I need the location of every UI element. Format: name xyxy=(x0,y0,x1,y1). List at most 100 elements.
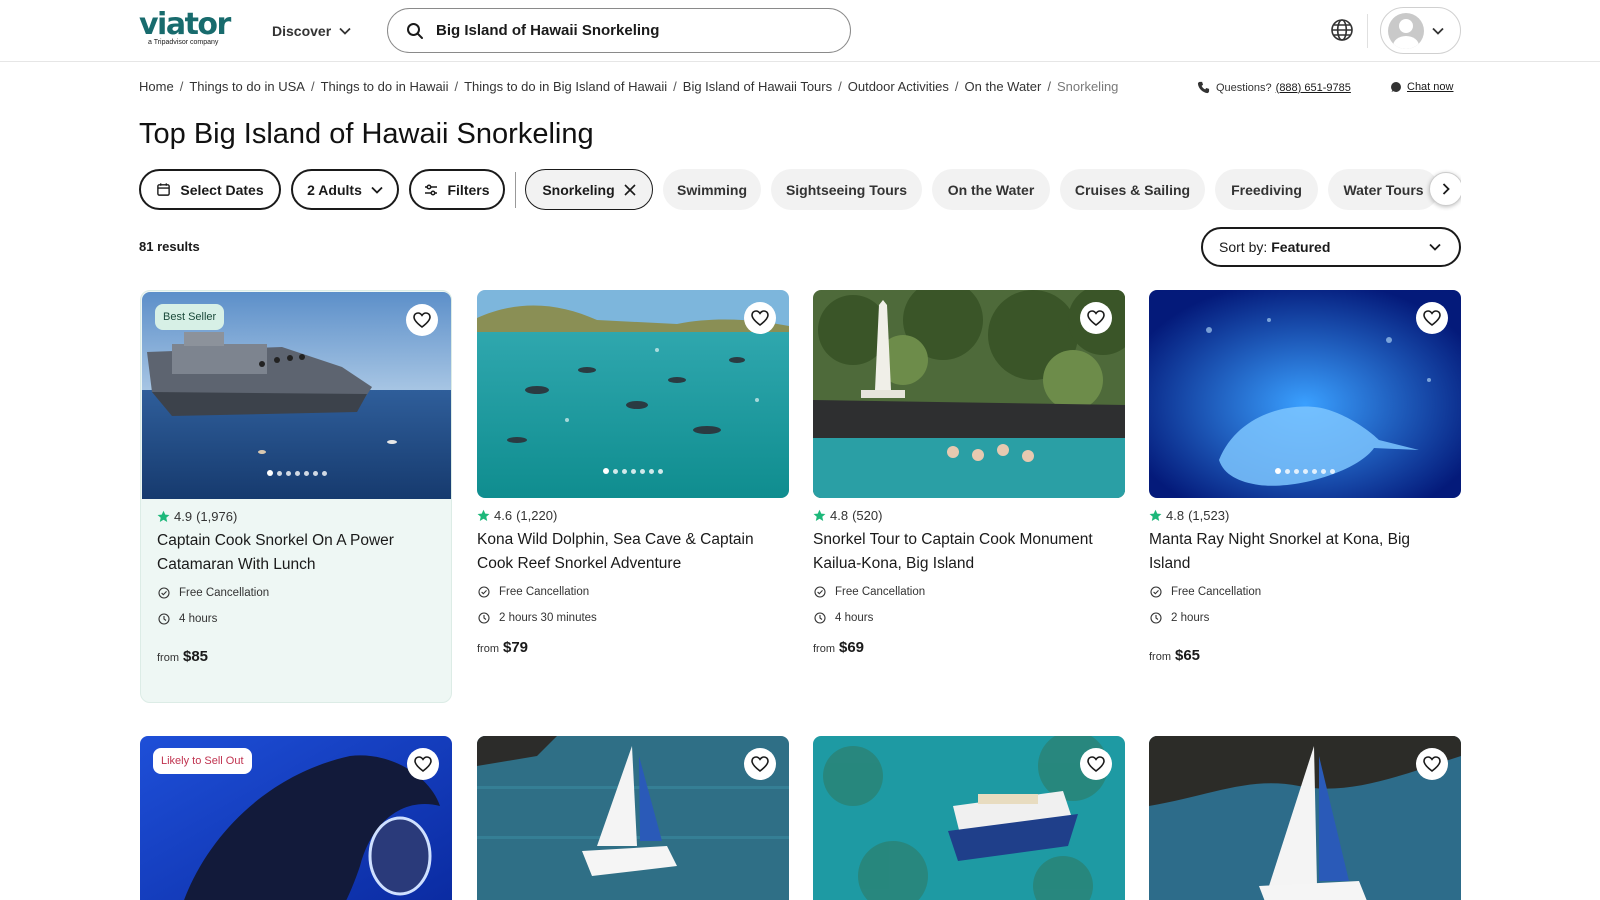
rating-value: 4.8 xyxy=(830,508,849,523)
clock-icon xyxy=(1150,612,1162,624)
cancellation-text: Free Cancellation xyxy=(1171,586,1262,598)
discover-menu[interactable]: Discover xyxy=(272,18,351,44)
chip-water-tours[interactable]: Water Tours xyxy=(1328,169,1439,210)
free-cancellation: Free Cancellation xyxy=(1150,586,1261,598)
rating-value: 4.9 xyxy=(174,509,193,524)
duration-text: 4 hours xyxy=(835,612,874,624)
carousel-dots[interactable] xyxy=(266,470,327,476)
cancellation-text: Free Cancellation xyxy=(835,586,926,598)
filter-scroll-right-button[interactable] xyxy=(1429,172,1461,206)
product-photo[interactable] xyxy=(477,736,789,900)
check-circle-icon xyxy=(478,586,490,598)
product-photo[interactable] xyxy=(813,736,1125,900)
sort-prefix: Sort by: xyxy=(1219,239,1268,255)
breadcrumb-link[interactable]: On the Water xyxy=(965,79,1042,94)
questions-label: Questions? xyxy=(1216,81,1272,94)
product-title[interactable]: Captain Cook Snorkel On A Power Catamara… xyxy=(157,529,457,577)
product-card[interactable] xyxy=(477,736,789,900)
chevron-down-icon xyxy=(1429,243,1441,251)
rating: 4.9 (1,976) xyxy=(157,509,237,524)
price-amount: $69 xyxy=(839,639,865,656)
product-photo[interactable] xyxy=(477,290,789,498)
calendar-icon xyxy=(157,183,171,196)
viator-logo[interactable]: viator a Tripadvisor company xyxy=(139,10,243,50)
wishlist-heart-button[interactable] xyxy=(1080,748,1112,780)
breadcrumb-link[interactable]: Big Island of Hawaii Tours xyxy=(683,79,832,94)
duration-text: 2 hours xyxy=(1171,612,1210,624)
phone-icon xyxy=(1197,81,1210,94)
filters-button[interactable]: Filters xyxy=(409,169,505,210)
carousel-dots[interactable] xyxy=(603,468,663,474)
chip-snorkeling[interactable]: Snorkeling xyxy=(525,169,653,210)
wishlist-heart-button[interactable] xyxy=(1080,302,1112,334)
wishlist-heart-button[interactable] xyxy=(1416,748,1448,780)
travelers-dropdown[interactable]: 2 Adults xyxy=(291,169,399,210)
select-dates-label: Select Dates xyxy=(180,181,264,198)
account-menu-button[interactable] xyxy=(1380,7,1461,54)
search-input[interactable] xyxy=(436,22,816,39)
breadcrumb-link[interactable]: Home xyxy=(139,79,174,94)
results-count: 81 results xyxy=(139,239,200,254)
product-card[interactable]: Likely to Sell Out xyxy=(140,736,452,900)
cancellation-text: Free Cancellation xyxy=(179,587,270,599)
select-dates-button[interactable]: Select Dates xyxy=(139,169,281,210)
chevron-right-icon xyxy=(1442,183,1450,195)
price: from $69 xyxy=(813,639,864,656)
sort-dropdown[interactable]: Sort by: Featured xyxy=(1201,227,1461,267)
product-card[interactable] xyxy=(1149,736,1461,900)
chip-sightseeing-tours[interactable]: Sightseeing Tours xyxy=(771,169,922,210)
wishlist-heart-button[interactable] xyxy=(406,304,438,336)
rating-value: 4.8 xyxy=(1166,508,1185,523)
sliders-icon xyxy=(425,183,438,196)
chat-now-label: Chat now xyxy=(1407,81,1454,93)
phone-link[interactable]: (888) 651-9785 xyxy=(1276,82,1351,94)
product-title[interactable]: Manta Ray Night Snorkel at Kona, Big Isl… xyxy=(1149,528,1449,576)
cancellation-text: Free Cancellation xyxy=(499,586,590,598)
globe-icon[interactable] xyxy=(1330,18,1354,42)
wishlist-heart-button[interactable] xyxy=(744,302,776,334)
page-title: Top Big Island of Hawaii Snorkeling xyxy=(139,118,594,150)
wishlist-heart-button[interactable] xyxy=(407,748,439,780)
product-title[interactable]: Snorkel Tour to Captain Cook Monument Ka… xyxy=(813,528,1113,576)
price-from: from xyxy=(157,652,179,664)
heart-icon xyxy=(413,312,431,328)
chip-on-the-water[interactable]: On the Water xyxy=(932,169,1050,210)
chevron-down-icon xyxy=(371,186,383,194)
clock-icon xyxy=(158,613,170,625)
rating: 4.8 (520) xyxy=(813,508,882,523)
price: from $65 xyxy=(1149,647,1200,664)
chat-now-link[interactable]: Chat now xyxy=(1390,81,1453,93)
breadcrumb-link[interactable]: Things to do in USA xyxy=(189,79,305,94)
review-count: (520) xyxy=(852,508,883,523)
close-icon[interactable] xyxy=(624,183,636,196)
search-bar[interactable] xyxy=(387,8,851,53)
product-photo[interactable] xyxy=(1149,290,1461,498)
carousel-dots[interactable] xyxy=(1275,468,1335,474)
breadcrumb-link[interactable]: Things to do in Hawaii xyxy=(321,79,449,94)
product-photo[interactable]: Likely to Sell Out xyxy=(140,736,452,900)
breadcrumb-link[interactable]: Outdoor Activities xyxy=(848,79,949,94)
breadcrumb-link[interactable]: Things to do in Big Island of Hawaii xyxy=(464,79,667,94)
rating-value: 4.6 xyxy=(494,508,513,523)
product-photo[interactable] xyxy=(1149,736,1461,900)
wishlist-heart-button[interactable] xyxy=(744,748,776,780)
free-cancellation: Free Cancellation xyxy=(478,586,589,598)
chip-label: Water Tours xyxy=(1343,181,1424,198)
chip-label: Snorkeling xyxy=(542,181,615,198)
star-icon xyxy=(157,510,170,522)
chip-cruises-sailing[interactable]: Cruises & Sailing xyxy=(1060,169,1205,210)
likely-to-sell-out-badge: Likely to Sell Out xyxy=(153,748,252,774)
duration: 2 hours 30 minutes xyxy=(478,612,597,624)
chip-freediving[interactable]: Freediving xyxy=(1215,169,1318,210)
free-cancellation: Free Cancellation xyxy=(814,586,925,598)
wishlist-heart-button[interactable] xyxy=(1416,302,1448,334)
filters-label: Filters xyxy=(447,181,490,198)
heart-icon xyxy=(1423,310,1441,326)
product-card[interactable]: Best Seller 4.9 (1,976) Captain Cook Sno… xyxy=(140,290,452,703)
product-photo[interactable]: Best Seller xyxy=(142,292,451,500)
product-photo[interactable] xyxy=(813,290,1125,498)
search-icon xyxy=(407,22,423,39)
product-card[interactable] xyxy=(813,736,1125,900)
product-title[interactable]: Kona Wild Dolphin, Sea Cave & Captain Co… xyxy=(477,528,777,576)
chip-swimming[interactable]: Swimming xyxy=(663,169,761,210)
